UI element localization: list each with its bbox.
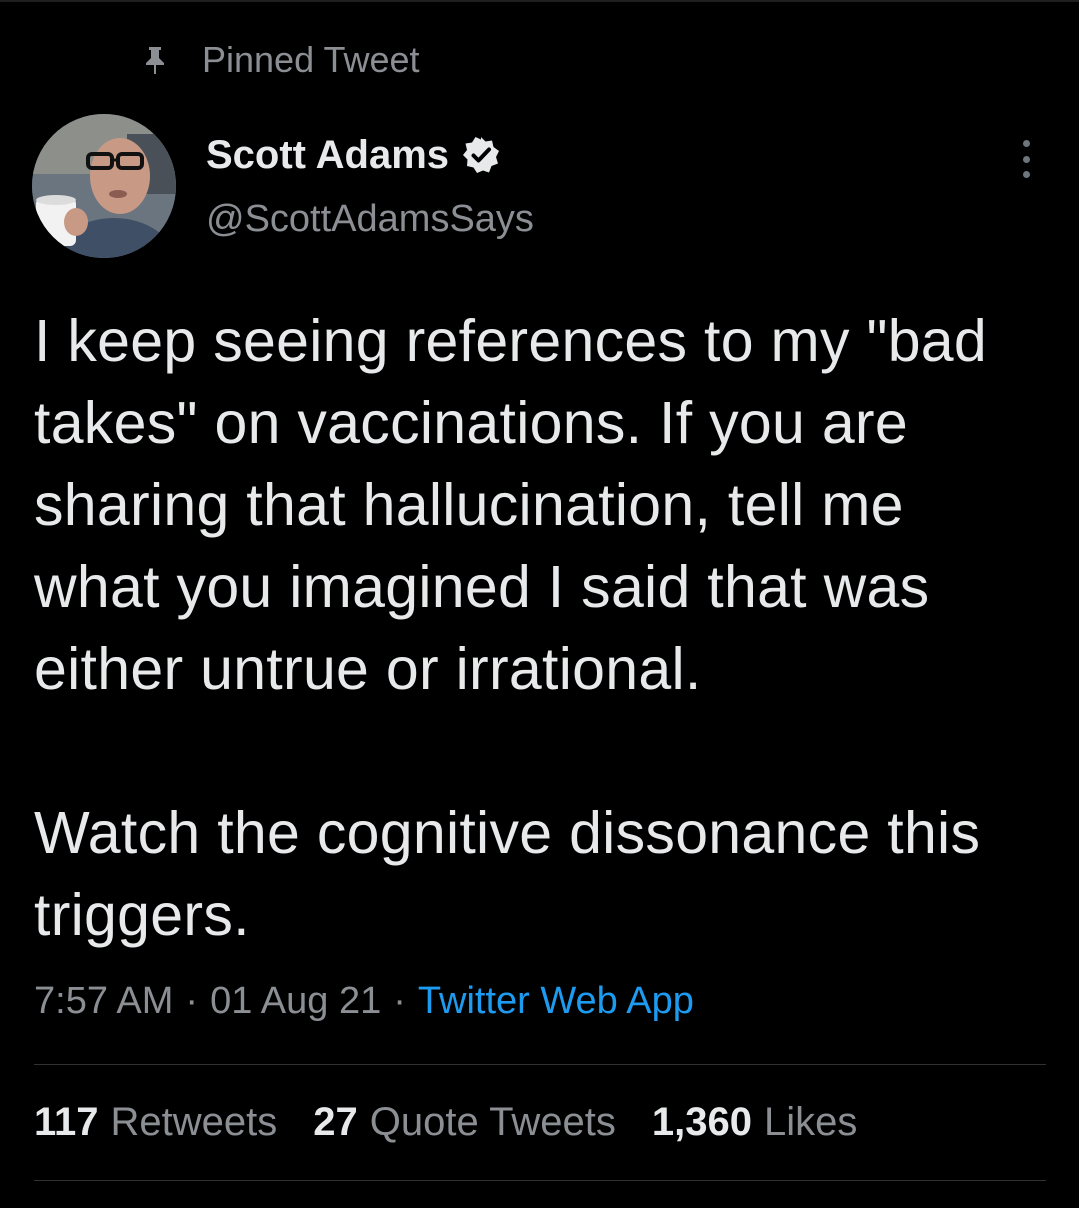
retweets-label: Retweets [110,1100,278,1144]
more-options-icon[interactable] [1008,136,1044,182]
author-name[interactable]: Scott Adams [206,133,449,178]
tweet-paragraph: I keep seeing references to my "bad take… [34,308,988,702]
pin-icon [140,42,170,78]
tweet-text: I keep seeing references to my "bad take… [34,300,1044,956]
top-divider [0,0,1079,2]
tweet-date[interactable]: 01 Aug 21 [210,980,381,1023]
avatar[interactable] [32,114,176,258]
author-name-row[interactable]: Scott Adams [206,128,501,182]
retweets-stat[interactable]: 117 Retweets [34,1100,277,1145]
likes-count: 1,360 [651,1100,752,1144]
pinned-tweet-indicator: Pinned Tweet [140,38,420,82]
tweet-paragraph: Watch the cognitive dissonance this trig… [34,800,981,948]
pinned-label: Pinned Tweet [202,39,420,80]
stats-bottom-divider [34,1180,1046,1181]
tweet-metadata: 7:57 AM · 01 Aug 21 · Twitter Web App [34,980,694,1023]
stats-top-divider [34,1064,1046,1065]
retweets-count: 117 [34,1100,99,1144]
tweet-time[interactable]: 7:57 AM [34,980,173,1023]
tweet-source-link[interactable]: Twitter Web App [418,980,694,1023]
quote-tweets-count: 27 [313,1100,358,1144]
verified-badge-icon [461,135,501,175]
separator-dot: · [185,980,199,1022]
author-handle[interactable]: @ScottAdamsSays [206,198,534,241]
quote-tweets-stat[interactable]: 27 Quote Tweets [313,1100,616,1145]
engagement-stats: 117 Retweets 27 Quote Tweets 1,360 Likes [34,1100,893,1145]
separator-dot: · [393,980,406,1022]
quote-tweets-label: Quote Tweets [369,1100,616,1144]
likes-stat[interactable]: 1,360 Likes [652,1100,858,1145]
likes-label: Likes [763,1100,858,1144]
